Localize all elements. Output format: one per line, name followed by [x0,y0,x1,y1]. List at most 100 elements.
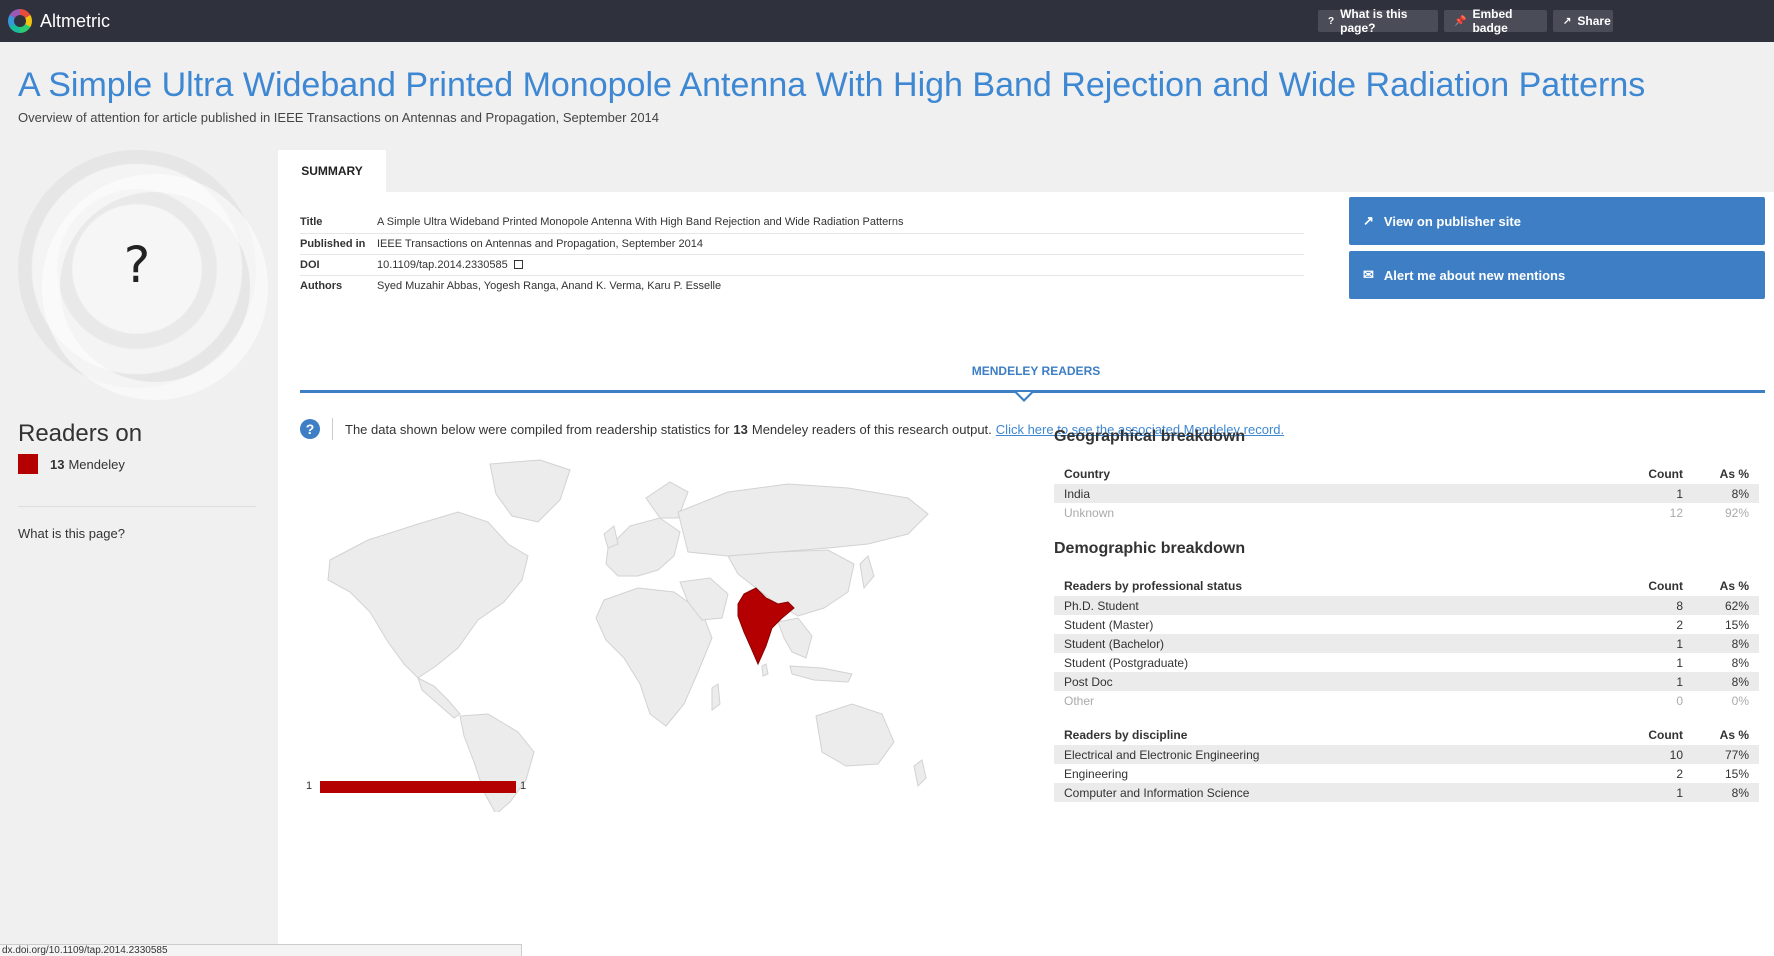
status-cell-pct: 8% [1693,672,1759,691]
attention-score-donut[interactable]: ? [18,150,268,400]
sidebar: ? Readers on 13 Mendeley What is this pa… [0,140,278,956]
status-cell-count: 1 [1613,672,1693,691]
status-cell-count: 1 [1613,653,1693,672]
tab-mendeley-readers[interactable]: MENDELEY READERS [278,364,1774,378]
summary-panel: Title A Simple Ultra Wideband Printed Mo… [278,192,1774,956]
section-pointer-inner [1017,392,1031,399]
map-central-america [417,677,461,719]
status-col-pct: As % [1719,579,1749,593]
discipline-cell-name: Engineering [1054,764,1613,783]
view-on-publisher-label: View on publisher site [1383,213,1521,229]
brand[interactable]: Altmetric [8,9,110,33]
attention-score: ? [123,236,151,294]
meta-authors-value: Syed Muzahir Abbas, Yogesh Ranga, Anand … [377,279,722,292]
table-row: Student (Master) 2 15% [1054,615,1759,634]
meta-authors-label: Authors [300,279,343,292]
status-cell-pct: 62% [1693,596,1759,615]
discipline-table: Readers by discipline Count As % Electri… [1054,725,1759,802]
browser-status-url: dx.doi.org/10.1109/tap.2014.2330585 [0,944,522,956]
demo-title: Demographic breakdown [1054,540,1246,557]
discipline-col-count: Count [1648,728,1683,742]
mendeley-readers-summary[interactable]: 13 Mendeley [18,454,125,474]
status-cell-name: Student (Master) [1054,615,1613,634]
table-row: Other 0 0% [1054,691,1759,710]
table-row: Student (Bachelor) 1 8% [1054,634,1759,653]
share-icon: ↗ [1563,15,1572,27]
discipline-col-name: Readers by discipline [1064,728,1188,742]
map-southeast-asia [777,617,813,659]
status-cell-name: Student (Bachelor) [1054,634,1613,653]
table-row: Student (Postgraduate) 1 8% [1054,653,1759,672]
question-icon: ? [1328,15,1335,27]
meta-title-value: A Simple Ultra Wideband Printed Monopole… [377,212,1304,234]
map-indonesia [789,665,853,683]
help-circle-icon[interactable]: ? [300,419,320,439]
geo-cell-country: India [1054,484,1613,503]
what-is-this-page-button[interactable]: ? What is this page? [1318,7,1438,35]
sidebar-divider [18,506,256,507]
status-cell-count: 2 [1613,615,1693,634]
alert-mentions-button[interactable]: ✉ Alert me about new mentions [1349,251,1765,299]
meta-row-title: Title A Simple Ultra Wideband Printed Mo… [300,212,1304,234]
geo-cell-pct: 92% [1693,503,1759,522]
map-uk [603,525,619,549]
status-cell-name: Post Doc [1054,672,1613,691]
status-cell-pct: 8% [1693,634,1759,653]
page-subtitle: Overview of attention for article publis… [18,110,660,125]
status-cell-count: 8 [1613,596,1693,615]
main-content: SUMMARY Title A Simple Ultra Wideband Pr… [278,150,1774,956]
embed-badge-button[interactable]: 📌 Embed badge [1444,7,1547,35]
map-sri-lanka [761,663,769,677]
meta-title-label: Title [300,212,377,234]
geo-cell-count: 12 [1613,503,1693,522]
view-on-publisher-button[interactable]: ↗ View on publisher site [1349,197,1765,245]
status-cell-pct: 15% [1693,615,1759,634]
meta-published-value: IEEE Transactions on Antennas and Propag… [377,233,1304,255]
map-greenland [489,459,571,523]
world-map[interactable] [308,452,948,812]
alert-mentions-label: Alert me about new mentions [1383,267,1566,283]
status-cell-count: 1 [1613,634,1693,653]
info-text-post: Mendeley readers of this research output… [751,421,992,437]
map-australia [815,703,895,767]
status-table: Readers by professional status Count As … [1054,576,1759,710]
meta-row-published: Published in IEEE Transactions on Antenn… [300,233,1304,255]
status-cell-name: Student (Postgraduate) [1054,653,1613,672]
geo-col-count: Count [1648,467,1683,481]
geo-cell-country: Unknown [1054,503,1613,522]
readers-heading: Readers on [18,420,143,447]
envelope-icon: ✉ [1363,267,1374,282]
doi-link[interactable]: 10.1109/tap.2014.2330585 [377,259,508,271]
map-new-zealand [913,759,927,788]
status-cell-pct: 0% [1693,691,1759,710]
discipline-col-pct: As % [1719,728,1749,742]
geo-title: Geographical breakdown [1054,428,1246,445]
meta-doi-cell: 10.1109/tap.2014.2330585 [377,254,1304,276]
external-link-icon: ↗ [1363,213,1374,228]
map-south-america [459,713,535,812]
discipline-header-row: Readers by discipline Count As % [1054,725,1759,745]
sidebar-help-link[interactable]: What is this page? [18,526,125,541]
discipline-cell-name: Electrical and Electronic Engineering [1054,745,1613,764]
meta-row-authors: Authors Syed Muzahir Abbas, Yogesh Ranga… [300,275,1304,296]
table-row: Unknown 12 92% [1054,503,1759,522]
readers-source: Mendeley [68,456,125,472]
external-link-icon[interactable] [513,259,523,269]
table-row: Ph.D. Student 8 62% [1054,596,1759,615]
geo-cell-pct: 8% [1693,484,1759,503]
brand-name: Altmetric [40,10,111,31]
status-col-count: Count [1648,579,1683,593]
status-header-row: Readers by professional status Count As … [1054,576,1759,596]
discipline-cell-count: 2 [1613,764,1693,783]
table-row: India 1 8% [1054,484,1759,503]
discipline-cell-count: 10 [1613,745,1693,764]
article-metadata: Title A Simple Ultra Wideband Printed Mo… [300,212,1304,296]
meta-row-doi: DOI 10.1109/tap.2014.2330585 [300,254,1304,276]
geo-header-row: Country Count As % [1054,464,1759,484]
tab-summary[interactable]: SUMMARY [278,150,386,192]
share-button[interactable]: ↗ Share [1553,10,1613,32]
share-label: Share [1577,14,1611,28]
map-japan [859,555,875,590]
table-row: Engineering 2 15% [1054,764,1759,783]
readers-count: 13 [50,456,65,472]
